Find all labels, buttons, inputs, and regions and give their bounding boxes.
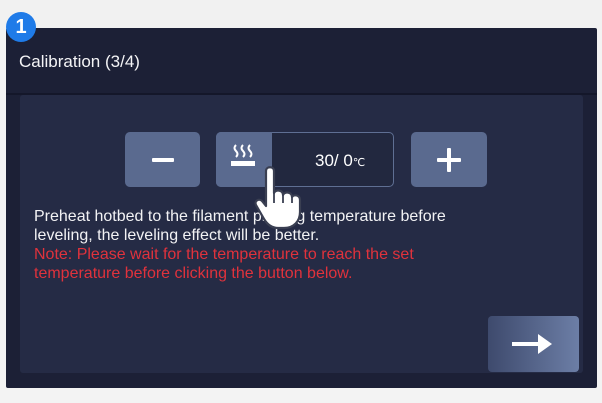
increase-temperature-button[interactable] — [411, 132, 487, 187]
tap-hand-icon — [254, 166, 302, 230]
next-step-button[interactable] — [488, 316, 579, 372]
printer-screen: Calibration (3/4) 30/ 0℃ Preheat hotbed … — [6, 28, 597, 388]
minus-icon — [151, 157, 174, 162]
plus-icon — [437, 147, 461, 172]
bottom-strip — [0, 388, 602, 403]
arrow-right-icon — [512, 334, 552, 354]
top-strip — [0, 0, 602, 30]
temperature-readout: 30/ 0℃ — [315, 151, 365, 171]
note-line-1: Note: Please wait for the temperature to… — [34, 246, 414, 263]
step-number-badge: 1 — [6, 12, 36, 42]
calibration-panel: 30/ 0℃ Preheat hotbed to the filament pr… — [20, 95, 583, 373]
note-line-2: temperature before clicking the button b… — [34, 265, 353, 282]
temperature-current-target: 30/ 0 — [315, 151, 353, 170]
decrease-temperature-button[interactable] — [125, 132, 200, 187]
temperature-unit: ℃ — [352, 157, 366, 169]
page-title: Calibration (3/4) — [19, 52, 140, 71]
